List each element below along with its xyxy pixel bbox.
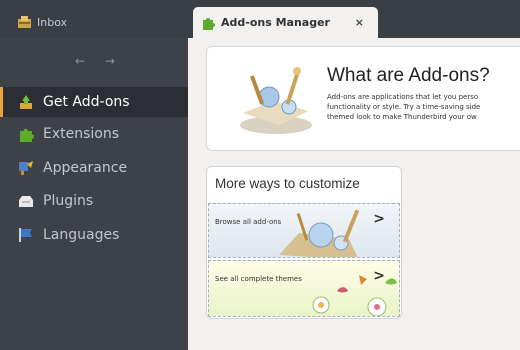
sidebar-item-label: Appearance bbox=[43, 160, 128, 176]
flag-icon bbox=[19, 228, 32, 242]
puzzle-icon bbox=[203, 17, 215, 30]
addons-main-panel: What are Add-ons? Add-ons are applicatio… bbox=[188, 38, 520, 350]
sidebar-item-extensions[interactable]: Extensions bbox=[0, 119, 188, 149]
sidebar-item-plugins[interactable]: Plugins bbox=[0, 186, 188, 216]
sidebar-item-label: Plugins bbox=[43, 193, 94, 209]
sidebar-item-label: Languages bbox=[43, 227, 120, 243]
addons-box-icon bbox=[279, 209, 360, 257]
browse-all-addons-label: Browse all add-ons bbox=[215, 218, 282, 226]
close-icon[interactable]: × bbox=[355, 16, 364, 29]
see-all-themes-card[interactable]: See all complete themes > bbox=[208, 260, 400, 317]
tab-addons-manager[interactable]: Add-ons Manager × bbox=[193, 7, 378, 38]
chevron-right-icon: > bbox=[373, 211, 385, 227]
tab-inbox-label: Inbox bbox=[37, 15, 68, 29]
tab-bar: Inbox Add-ons Manager × bbox=[0, 0, 520, 38]
brush-icon bbox=[19, 161, 33, 175]
sidebar-item-languages[interactable]: Languages bbox=[0, 220, 188, 250]
addons-illustration-icon bbox=[240, 67, 312, 134]
puzzle-icon bbox=[20, 128, 34, 142]
hero-description-line: Add-ons are applications that let you pe… bbox=[327, 93, 479, 101]
tab-addons-label: Add-ons Manager bbox=[221, 16, 330, 29]
sidebar-item-appearance[interactable]: Appearance bbox=[0, 153, 188, 183]
inbox-icon bbox=[18, 16, 31, 28]
sidebar: ← → Get Add-ons Extensions Appearance Pl… bbox=[0, 38, 188, 350]
hero-description-line: functionality or style. Try a time-savin… bbox=[327, 103, 481, 111]
page-title: What are Add-ons? bbox=[327, 65, 490, 86]
hero-description-line: themed look to make Thunderbird your ow bbox=[327, 113, 477, 121]
what-are-addons-panel: What are Add-ons? Add-ons are applicatio… bbox=[206, 46, 520, 151]
sidebar-item-get-addons[interactable]: Get Add-ons bbox=[0, 87, 188, 117]
tab-inbox[interactable]: Inbox bbox=[0, 6, 188, 38]
get-addons-icon bbox=[20, 95, 32, 109]
hero-description: Add-ons are applications that let you pe… bbox=[327, 92, 520, 128]
back-forward-arrows[interactable]: ← → bbox=[75, 54, 123, 68]
themes-flowers-icon bbox=[312, 275, 397, 316]
browse-all-addons-card[interactable]: Browse all add-ons > bbox=[208, 203, 400, 258]
sidebar-item-label: Get Add-ons bbox=[43, 94, 130, 110]
sidebar-item-label: Extensions bbox=[43, 126, 120, 142]
plugin-block-icon bbox=[19, 196, 33, 207]
see-all-themes-label: See all complete themes bbox=[215, 275, 302, 283]
more-ways-title: More ways to customize bbox=[215, 176, 360, 191]
more-ways-panel: More ways to customize Browse all add-on… bbox=[206, 166, 402, 319]
chevron-right-icon: > bbox=[373, 268, 385, 284]
